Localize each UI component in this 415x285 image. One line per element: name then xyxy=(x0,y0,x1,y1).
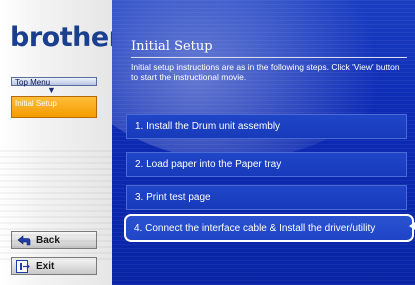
back-button[interactable]: Back xyxy=(11,231,97,249)
step-3-button[interactable]: 3. Print test page xyxy=(126,185,407,210)
main-panel: Initial Setup Initial setup instructions… xyxy=(112,0,415,285)
step-1-button[interactable]: 1. Install the Drum unit assembly xyxy=(126,114,407,139)
back-label: Back xyxy=(36,234,60,246)
arrow-down-icon: ▼ xyxy=(47,85,56,95)
page-title: Initial Setup xyxy=(131,39,213,54)
back-arrow-icon xyxy=(15,234,31,247)
step-4-button[interactable]: 4. Connect the interface cable & Install… xyxy=(124,214,414,242)
instructions-text: Initial setup instructions are as in the… xyxy=(131,62,400,82)
pointer-arrow-icon xyxy=(409,222,415,230)
exit-button[interactable]: Exit xyxy=(11,257,97,275)
exit-label: Exit xyxy=(36,260,55,272)
title-divider xyxy=(131,57,407,58)
brother-logo: brother. xyxy=(10,22,128,53)
step-2-button[interactable]: 2. Load paper into the Paper tray xyxy=(126,152,407,177)
current-page-indicator: Initial Setup xyxy=(11,96,97,118)
sidebar: brother. Top Menu ▼ Initial Setup Back E… xyxy=(0,0,128,285)
exit-door-icon xyxy=(15,259,31,273)
